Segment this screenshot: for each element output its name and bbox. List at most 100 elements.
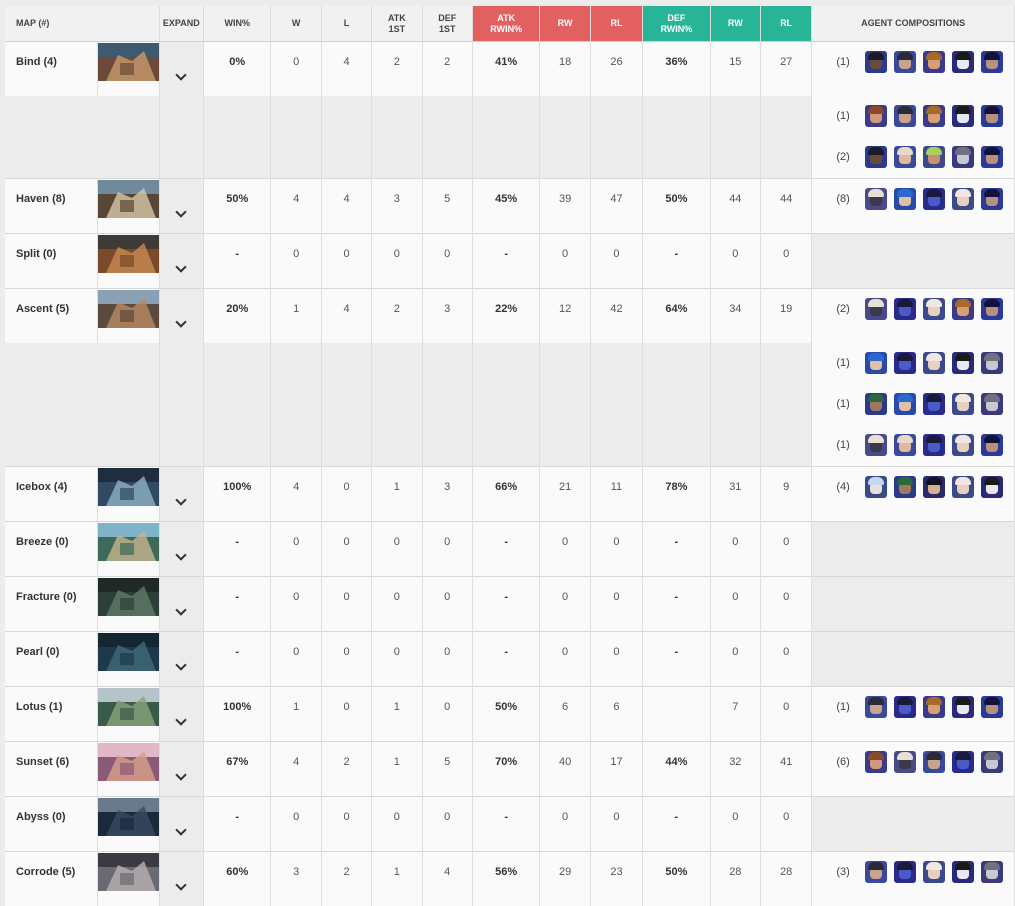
agent-e-portrait-icon[interactable] — [981, 696, 1003, 718]
agent-b-portrait-icon[interactable] — [894, 105, 916, 127]
agent-g-portrait-icon[interactable] — [894, 146, 916, 168]
agent-l-portrait-icon[interactable] — [923, 188, 945, 210]
agent-o-portrait-icon[interactable] — [865, 476, 887, 498]
agent-h-portrait-icon[interactable] — [923, 146, 945, 168]
header-def-first[interactable]: DEF1ST — [422, 6, 472, 42]
agent-j-portrait-icon[interactable] — [865, 434, 887, 456]
agent-g-portrait-icon[interactable] — [894, 434, 916, 456]
expand-toggle[interactable] — [159, 687, 203, 742]
agent-m-portrait-icon[interactable] — [952, 393, 974, 415]
agent-i-portrait-icon[interactable] — [981, 393, 1003, 415]
agent-d-portrait-icon[interactable] — [981, 476, 1003, 498]
agent-c-portrait-icon[interactable] — [923, 696, 945, 718]
expand-toggle[interactable] — [159, 467, 203, 522]
agent-k-portrait-icon[interactable] — [894, 393, 916, 415]
header-def-rwin[interactable]: DEFRWIN% — [643, 6, 711, 42]
agent-j-portrait-icon[interactable] — [865, 188, 887, 210]
header-def-rw[interactable]: RW — [710, 6, 760, 42]
agent-i-portrait-icon[interactable] — [952, 146, 974, 168]
agent-d-portrait-icon[interactable] — [952, 861, 974, 883]
agent-m-portrait-icon[interactable] — [952, 188, 974, 210]
agent-d-portrait-icon[interactable] — [952, 352, 974, 374]
agent-l-portrait-icon[interactable] — [894, 696, 916, 718]
map-row[interactable]: Bind (4)0%042241%182636%1527(1) — [5, 42, 1015, 97]
agent-d-portrait-icon[interactable] — [952, 105, 974, 127]
empty-cell — [472, 343, 540, 384]
expand-toggle[interactable] — [159, 632, 203, 687]
agent-i-portrait-icon[interactable] — [981, 751, 1003, 773]
expand-toggle[interactable] — [159, 42, 203, 97]
agent-m-portrait-icon[interactable] — [952, 476, 974, 498]
agent-f-portrait-icon[interactable] — [865, 105, 887, 127]
agent-l-portrait-icon[interactable] — [952, 751, 974, 773]
agent-e-portrait-icon[interactable] — [981, 434, 1003, 456]
agent-e-portrait-icon[interactable] — [981, 105, 1003, 127]
expand-toggle[interactable] — [159, 852, 203, 906]
map-row[interactable]: Split (0)-0000-00-00 — [5, 234, 1015, 289]
expand-toggle[interactable] — [159, 797, 203, 852]
agent-m-portrait-icon[interactable] — [952, 434, 974, 456]
map-row[interactable]: Ascent (5)20%142322%124264%3419(2) — [5, 289, 1015, 344]
agent-k-portrait-icon[interactable] — [865, 352, 887, 374]
agent-c-portrait-icon[interactable] — [923, 105, 945, 127]
agent-d-portrait-icon[interactable] — [952, 51, 974, 73]
expand-toggle[interactable] — [159, 179, 203, 234]
agent-e-portrait-icon[interactable] — [981, 298, 1003, 320]
agent-l-portrait-icon[interactable] — [894, 298, 916, 320]
agent-c-portrait-icon[interactable] — [923, 51, 945, 73]
map-row[interactable]: Icebox (4)100%401366%211178%319(4) — [5, 467, 1015, 522]
agent-j-portrait-icon[interactable] — [894, 751, 916, 773]
header-atk-rw[interactable]: RW — [540, 6, 590, 42]
expand-toggle[interactable] — [159, 742, 203, 797]
agent-e-portrait-icon[interactable] — [981, 146, 1003, 168]
map-row[interactable]: Sunset (6)67%421570%401744%3241(6) — [5, 742, 1015, 797]
map-row[interactable]: Breeze (0)-0000-00-00 — [5, 522, 1015, 577]
header-atk-rl[interactable]: RL — [590, 6, 642, 42]
header-win[interactable]: WIN% — [203, 6, 271, 42]
header-map[interactable]: MAP (#) — [5, 6, 159, 42]
agent-b-portrait-icon[interactable] — [865, 861, 887, 883]
agent-a-portrait-icon[interactable] — [865, 51, 887, 73]
header-l[interactable]: L — [321, 6, 371, 42]
atk-round-win-pct: - — [472, 522, 540, 577]
expand-toggle[interactable] — [159, 289, 203, 344]
agent-b-portrait-icon[interactable] — [923, 751, 945, 773]
header-atk-rwin[interactable]: ATKRWIN% — [472, 6, 540, 42]
agent-j-portrait-icon[interactable] — [865, 298, 887, 320]
map-row[interactable]: Corrode (5)60%321456%292350%2828(3) — [5, 852, 1015, 906]
header-atk-first[interactable]: ATK1ST — [372, 6, 422, 42]
expand-toggle[interactable] — [159, 234, 203, 289]
agent-b-portrait-icon[interactable] — [894, 51, 916, 73]
agent-i-portrait-icon[interactable] — [981, 352, 1003, 374]
agent-m-portrait-icon[interactable] — [923, 352, 945, 374]
header-w[interactable]: W — [271, 6, 321, 42]
map-row[interactable]: Fracture (0)-0000-00-00 — [5, 577, 1015, 632]
agent-c-portrait-icon[interactable] — [952, 298, 974, 320]
agent-d-portrait-icon[interactable] — [952, 696, 974, 718]
agent-p-portrait-icon[interactable] — [923, 476, 945, 498]
agent-l-portrait-icon[interactable] — [923, 393, 945, 415]
def-rounds-lost: 0 — [761, 234, 812, 289]
agent-f-portrait-icon[interactable] — [865, 751, 887, 773]
agent-l-portrait-icon[interactable] — [894, 352, 916, 374]
agent-m-portrait-icon[interactable] — [923, 861, 945, 883]
atk-round-win-pct: 45% — [472, 179, 540, 234]
agent-b-portrait-icon[interactable] — [865, 696, 887, 718]
header-def-rl[interactable]: RL — [761, 6, 812, 42]
agent-k-portrait-icon[interactable] — [894, 188, 916, 210]
map-row[interactable]: Haven (8)50%443545%394750%4444(8) — [5, 179, 1015, 234]
agent-e-portrait-icon[interactable] — [981, 188, 1003, 210]
agent-m-portrait-icon[interactable] — [923, 298, 945, 320]
map-row[interactable]: Pearl (0)-0000-00-00 — [5, 632, 1015, 687]
agent-n-portrait-icon[interactable] — [865, 393, 887, 415]
agent-n-portrait-icon[interactable] — [894, 476, 916, 498]
map-row[interactable]: Abyss (0)-0000-00-00 — [5, 797, 1015, 852]
agent-a-portrait-icon[interactable] — [865, 146, 887, 168]
agent-e-portrait-icon[interactable] — [981, 51, 1003, 73]
agent-l-portrait-icon[interactable] — [894, 861, 916, 883]
map-row[interactable]: Lotus (1)100%101050%6670(1) — [5, 687, 1015, 742]
agent-i-portrait-icon[interactable] — [981, 861, 1003, 883]
expand-toggle[interactable] — [159, 522, 203, 577]
agent-l-portrait-icon[interactable] — [923, 434, 945, 456]
expand-toggle[interactable] — [159, 577, 203, 632]
